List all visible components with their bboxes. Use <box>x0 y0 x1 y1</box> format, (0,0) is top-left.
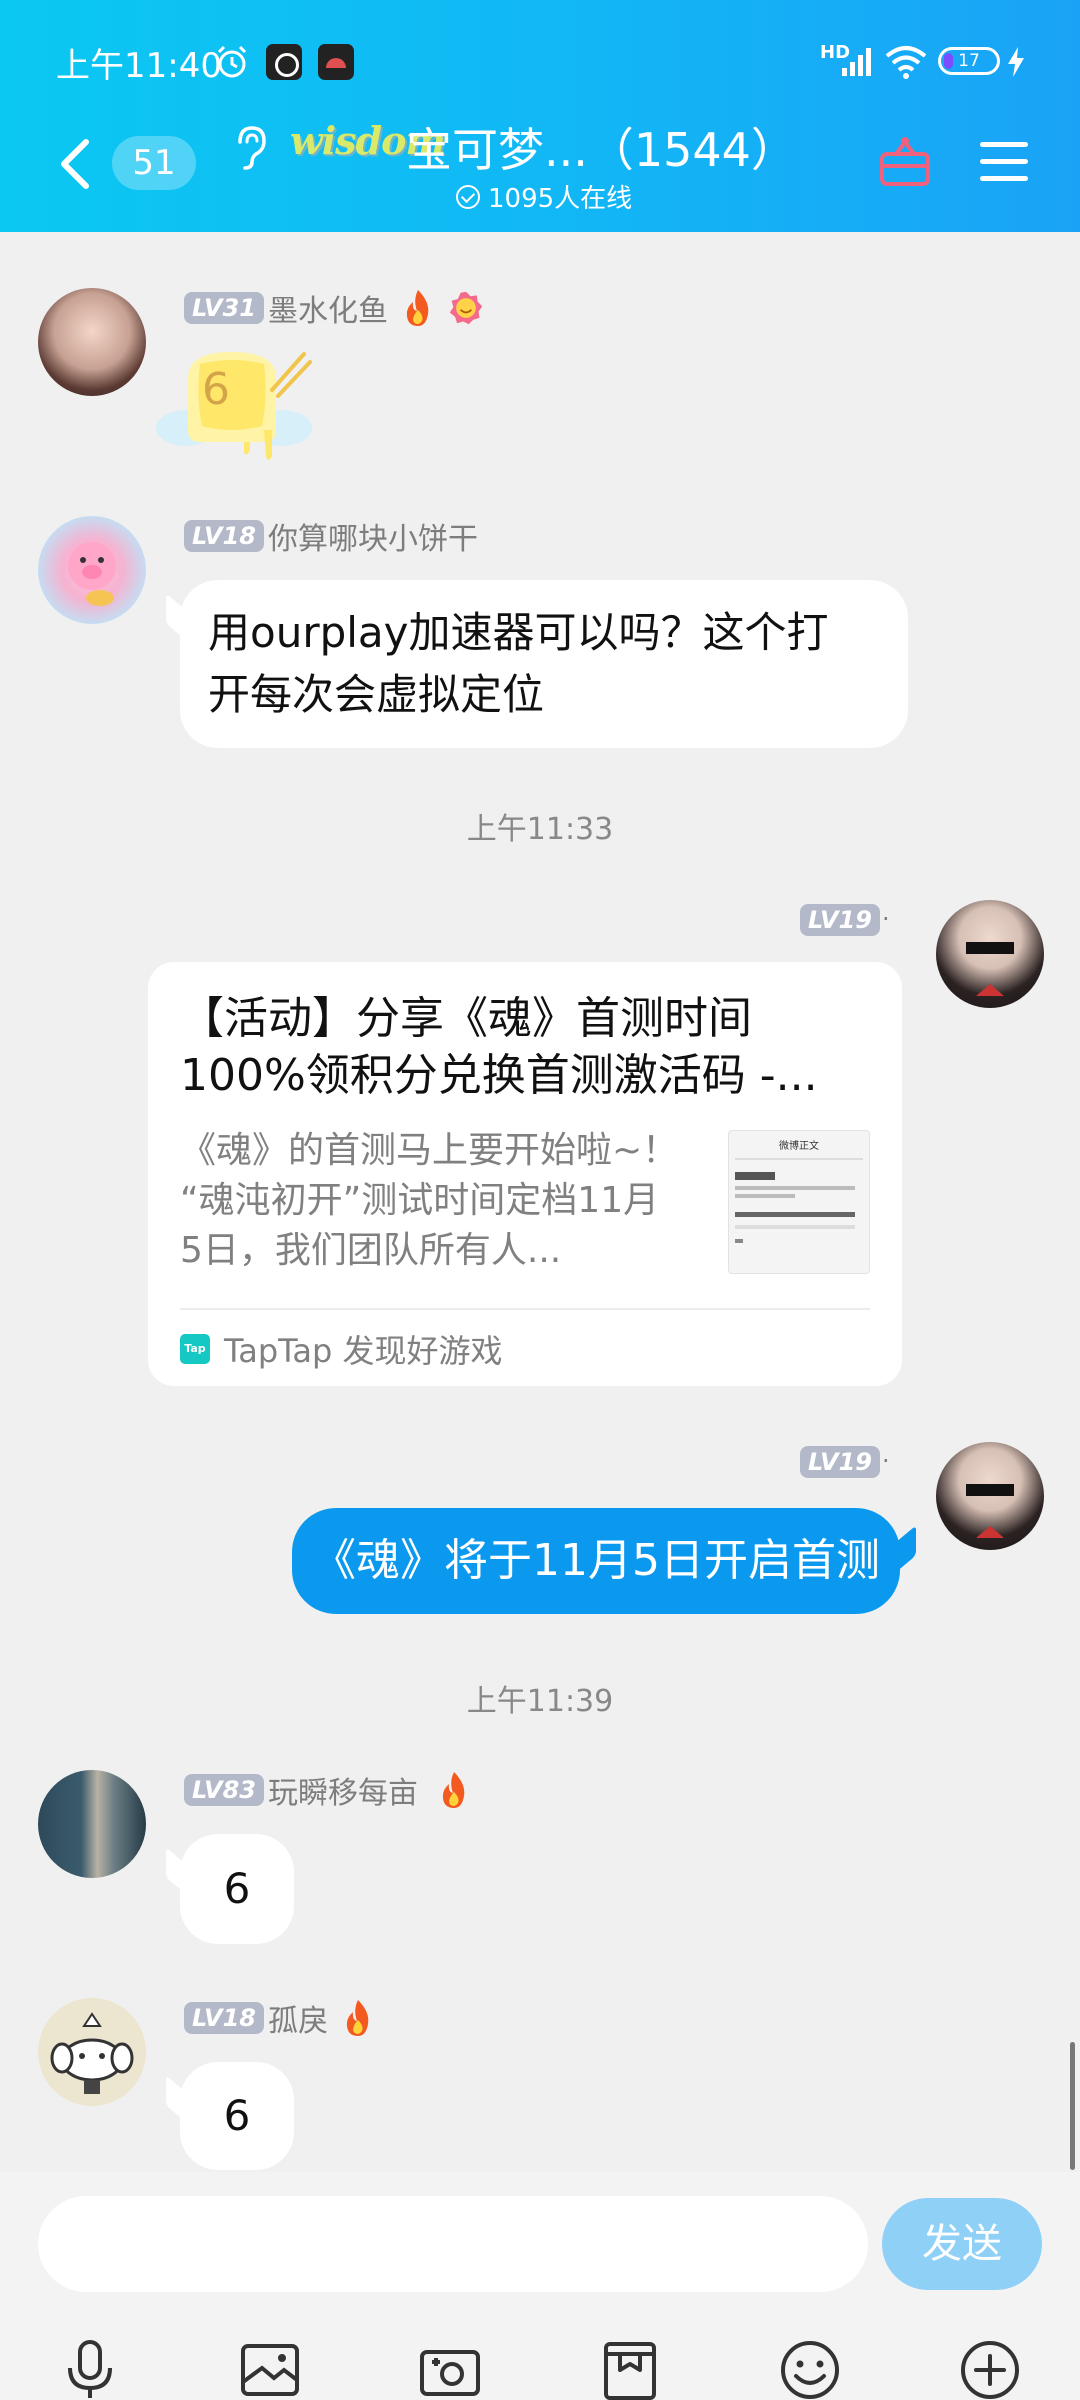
dog-avatar-art <box>50 2012 134 2094</box>
fire-icon <box>442 1772 465 1808</box>
level-badge: LV18 <box>184 520 264 552</box>
message-text-line: 开每次会虚拟定位 <box>208 670 545 719</box>
thumbnail-text-block <box>735 1194 795 1198</box>
card-desc-line: 《魂》的首测马上要开始啦~！ <box>180 1130 679 1171</box>
scrollbar[interactable] <box>1070 2042 1075 2170</box>
card-description: 《魂》的首测马上要开始啦~！ “魂沌初开”测试时间定档11月 5日，我们团队所有… <box>180 1126 690 1276</box>
sticker[interactable]: 6 <box>148 338 320 478</box>
card-desc-line: “魂沌初开”测试时间定档11月 <box>180 1180 660 1221</box>
battery-icon: 17 <box>938 47 1000 75</box>
microphone-icon[interactable] <box>58 2338 122 2400</box>
thumbnail-text-block <box>735 1172 775 1180</box>
sticker-number: 6 <box>202 364 230 415</box>
thumbnail-divider <box>735 1158 863 1160</box>
input-area: 发送 <box>0 2172 1080 2400</box>
sender-name[interactable]: 你算哪块小饼干 <box>268 514 478 558</box>
unread-count-badge[interactable]: 51 <box>112 136 196 190</box>
timestamp: 上午11:39 <box>466 1684 614 1719</box>
card-thumbnail: 微博正文 <box>728 1130 870 1274</box>
back-icon[interactable] <box>56 138 96 190</box>
menu-icon[interactable] <box>978 140 1030 184</box>
sender-name[interactable]: 玩瞬移每亩 <box>268 1768 418 1812</box>
avatar[interactable] <box>38 1998 146 2106</box>
online-count: 1095人在线 <box>456 178 632 215</box>
thumbnail-text-block <box>735 1186 855 1190</box>
message-bubble[interactable]: 6 <box>180 2062 294 2170</box>
send-button[interactable]: 发送 <box>882 2198 1042 2290</box>
avatar[interactable] <box>936 1442 1044 1550</box>
chat-header: 上午11:40 HD 17 51 wisdom 宝可梦...（1544） 109… <box>0 0 1080 232</box>
group-title[interactable]: 宝可梦...（1544） <box>406 114 797 180</box>
card-title-line: 100%领积分兑换首测激活码 -... <box>180 1050 818 1101</box>
message-bubble[interactable]: 用ourplay加速器可以吗？这个打 开每次会虚拟定位 <box>180 580 908 748</box>
battery-percent: 17 <box>958 51 980 71</box>
notification-app-icon <box>266 44 302 80</box>
level-badge: LV19 <box>800 1446 880 1478</box>
card-title: 【活动】分享《魂》首测时间 100%领积分兑换首测激活码 -... <box>180 990 880 1104</box>
group-logo: wisdom <box>290 118 446 163</box>
smile-badge-icon <box>449 291 483 325</box>
ear-icon[interactable] <box>232 124 268 170</box>
notification-app-icon <box>318 44 354 80</box>
avatar-art <box>966 942 1014 996</box>
level-badge: LV83 <box>184 1774 264 1806</box>
own-message-bubble[interactable]: 《魂》将于11月5日开启首测 <box>292 1508 900 1614</box>
bookmark-bag-icon[interactable] <box>598 2338 662 2400</box>
thumbnail-text-block <box>735 1239 743 1243</box>
avatar[interactable] <box>38 516 146 624</box>
verified-check-icon <box>456 184 480 209</box>
avatar-art <box>966 1484 1014 1538</box>
avatar[interactable] <box>38 1770 146 1878</box>
message-text-line: 用ourplay加速器可以吗？这个打 <box>208 608 829 657</box>
avatar[interactable] <box>38 288 146 396</box>
fire-icon <box>406 290 429 326</box>
level-badge: LV18 <box>184 2002 264 2034</box>
sender-name: . <box>882 1440 890 1468</box>
wifi-icon <box>885 46 927 79</box>
message-input[interactable] <box>38 2196 868 2292</box>
card-desc-line: 5日，我们团队所有人... <box>180 1230 562 1271</box>
charging-icon <box>1008 47 1024 77</box>
shared-link-card[interactable]: 【活动】分享《魂》首测时间 100%领积分兑换首测激活码 -... 《魂》的首测… <box>148 962 902 1386</box>
yellow-blob-sticker <box>156 352 312 460</box>
plus-icon[interactable] <box>958 2338 1022 2400</box>
thumbnail-text-block <box>735 1212 855 1217</box>
status-time: 上午11:40 <box>56 46 222 86</box>
thumbnail-header: 微博正文 <box>779 1141 819 1152</box>
alarm-icon <box>217 45 247 78</box>
taptap-icon: Tap <box>180 1334 210 1364</box>
sender-name[interactable]: 孤戾 <box>268 1996 328 2040</box>
timestamp: 上午11:33 <box>466 812 614 847</box>
message-bubble[interactable]: 6 <box>180 1834 294 1944</box>
sender-name: . <box>882 898 890 926</box>
status-bar: 上午11:40 HD 17 <box>0 0 1080 110</box>
pig-avatar-art <box>68 542 116 606</box>
avatar[interactable] <box>936 900 1044 1008</box>
level-badge: LV19 <box>800 904 880 936</box>
thumbnail-text-block <box>735 1225 855 1229</box>
card-source: Tap TapTap 发现好游戏 <box>180 1326 503 1372</box>
camera-icon[interactable] <box>418 2338 482 2400</box>
signal-icon <box>842 48 871 76</box>
level-badge: LV31 <box>184 292 264 324</box>
fire-icon <box>346 2000 369 2036</box>
card-title-line: 【活动】分享《魂》首测时间 <box>180 993 752 1044</box>
card-divider <box>180 1308 870 1310</box>
card-source-text: TapTap 发现好游戏 <box>224 1332 503 1370</box>
gift-box-icon[interactable] <box>878 134 932 188</box>
sender-name[interactable]: 墨水化鱼 <box>268 286 388 330</box>
emoji-icon[interactable] <box>778 2338 842 2400</box>
image-icon[interactable] <box>238 2338 302 2400</box>
online-count-text: 1095人在线 <box>488 184 633 214</box>
